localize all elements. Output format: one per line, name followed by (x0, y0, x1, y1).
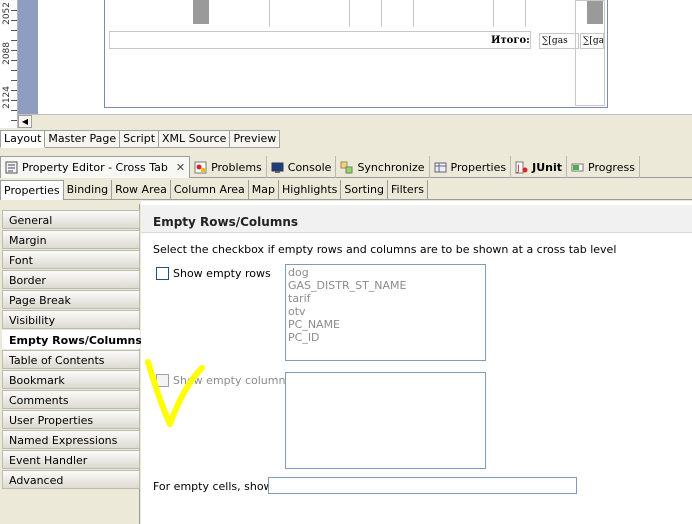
tab-junit[interactable]: J JUnit (511, 156, 567, 178)
category-table-of-contents[interactable]: Table of Contents (2, 350, 140, 369)
separator (0, 148, 692, 156)
tab-sorting[interactable]: Sorting (341, 180, 388, 200)
section-header: Empty Rows/Columns (141, 205, 692, 233)
footer-row[interactable] (109, 31, 531, 49)
crosstab-frame[interactable]: Итого: ∑[gas ∑[ga (104, 0, 608, 108)
tab-properties-sub[interactable]: Properties (0, 180, 64, 200)
tab-label: Console (287, 160, 332, 174)
category-font[interactable]: Font (2, 250, 140, 269)
category-margin[interactable]: Margin (2, 230, 140, 249)
vertical-ruler: 2052 2088 2124 (0, 0, 18, 128)
tab-label: Problems (211, 160, 262, 174)
list-item[interactable]: tarif (288, 292, 483, 305)
rows-list[interactable]: dog GAS_DISTR_ST_NAME tarif otv PC_NAME … (285, 264, 486, 361)
problems-icon (194, 161, 207, 174)
property-editor-icon (5, 161, 18, 174)
ruler-mark: 2088 (2, 42, 12, 65)
list-item[interactable]: PC_ID (288, 331, 483, 344)
category-bookmark[interactable]: Bookmark (2, 370, 140, 389)
category-comments[interactable]: Comments (2, 390, 140, 409)
list-item[interactable]: PC_NAME (288, 318, 483, 331)
category-general[interactable]: General (2, 210, 140, 229)
horizontal-scrollbar[interactable]: ◀ (18, 114, 692, 128)
tab-problems[interactable]: Problems (190, 156, 267, 178)
sum-cell[interactable]: ∑[gas (539, 33, 579, 49)
empty-cells-input[interactable] (268, 477, 577, 494)
list-item[interactable]: dog (288, 266, 483, 279)
junit-icon: J (515, 161, 528, 174)
empty-cells-label: For empty cells, show: (153, 480, 276, 493)
category-user-properties[interactable]: User Properties (2, 410, 140, 429)
tab-layout[interactable]: Layout (0, 130, 46, 148)
tab-properties[interactable]: Properties (430, 156, 512, 178)
tab-highlights[interactable]: Highlights (279, 180, 342, 200)
progress-icon (571, 161, 584, 174)
tab-map[interactable]: Map (249, 180, 280, 200)
console-icon (271, 161, 284, 174)
tab-binding[interactable]: Binding (64, 180, 113, 200)
svg-text:J: J (516, 164, 520, 174)
tab-xml-source[interactable]: XML Source (159, 130, 231, 148)
footer-label: Итого: (491, 35, 530, 46)
category-visibility[interactable]: Visibility (2, 310, 140, 329)
scroll-left-icon[interactable]: ◀ (18, 115, 32, 128)
category-named-expressions[interactable]: Named Expressions (2, 430, 140, 449)
sum-cell[interactable]: ∑[ga (580, 33, 604, 49)
property-tabs: Properties Binding Row Area Column Area … (0, 180, 692, 200)
tab-progress[interactable]: Progress (567, 156, 640, 178)
close-icon[interactable]: ✕ (176, 161, 185, 174)
tab-property-editor[interactable]: Property Editor - Cross Tab ✕ (0, 156, 191, 178)
show-empty-rows-label[interactable]: Show empty rows (173, 267, 271, 280)
report-page[interactable]: Итого: ∑[gas ∑[ga (38, 0, 692, 114)
tab-script[interactable]: Script (120, 130, 160, 148)
section-description: Select the checkbox if empty rows and co… (153, 243, 617, 256)
category-border[interactable]: Border (2, 270, 140, 289)
tab-row-area[interactable]: Row Area (112, 180, 171, 200)
tab-master-page[interactable]: Master Page (45, 130, 121, 148)
synchronize-icon (340, 161, 353, 174)
property-content: Empty Rows/Columns Select the checkbox i… (141, 201, 692, 524)
columns-list[interactable] (285, 372, 486, 469)
category-list: General Margin Font Border Page Break Vi… (0, 204, 142, 524)
tab-column-area[interactable]: Column Area (171, 180, 249, 200)
section-title: Empty Rows/Columns (153, 215, 299, 229)
tab-label: Properties (450, 160, 507, 174)
category-advanced[interactable]: Advanced (2, 470, 140, 489)
show-empty-rows-checkbox[interactable] (156, 267, 169, 280)
view-tabs: Property Editor - Cross Tab ✕ Problems C… (0, 156, 692, 178)
editor-tabs: Layout Master Page Script XML Source Pre… (0, 130, 281, 148)
tab-label: JUnit (532, 160, 562, 174)
category-event-handler[interactable]: Event Handler (2, 450, 140, 469)
tab-console[interactable]: Console (267, 156, 337, 178)
category-empty-rows-columns[interactable]: Empty Rows/Columns (2, 330, 142, 349)
tab-filters[interactable]: Filters (388, 180, 428, 200)
tab-preview[interactable]: Preview (230, 130, 281, 148)
tab-label: Progress (588, 160, 635, 174)
category-page-break[interactable]: Page Break (2, 290, 140, 309)
list-item[interactable]: GAS_DISTR_ST_NAME (288, 279, 483, 292)
tab-synchronize[interactable]: Synchronize (336, 156, 430, 178)
list-item[interactable]: otv (288, 305, 483, 318)
tab-label: Synchronize (357, 160, 425, 174)
ruler-mark: 2052 (2, 2, 12, 25)
properties-icon (434, 161, 447, 174)
tab-label: Property Editor - Cross Tab (22, 161, 168, 174)
crosstab-cell-shade (193, 0, 209, 24)
checkmark-annotation-icon (145, 359, 205, 427)
crosstab-right-column[interactable] (575, 0, 605, 106)
